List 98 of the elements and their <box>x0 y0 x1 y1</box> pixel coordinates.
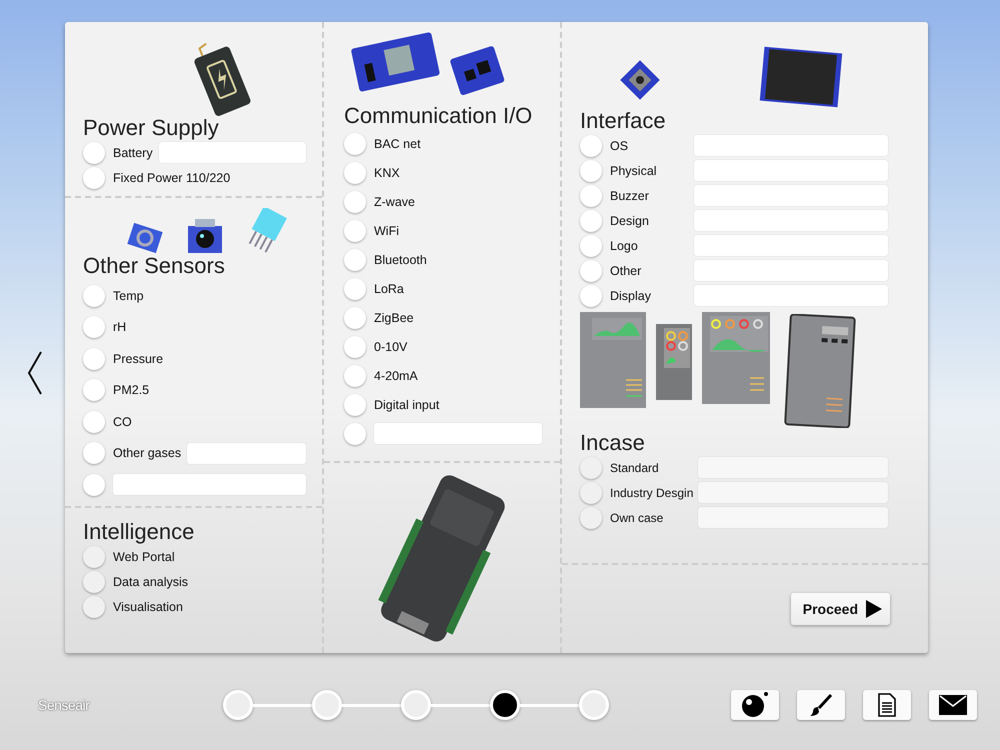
option-label: LoRa <box>374 282 404 296</box>
option-label: Physical <box>610 164 658 178</box>
text-field[interactable] <box>374 423 542 444</box>
option-label: Pressure <box>113 352 164 366</box>
option-label: Standard <box>610 460 660 474</box>
radio-button[interactable] <box>83 142 105 164</box>
option-label: rH <box>113 320 126 334</box>
option-label: Other gases <box>113 446 182 460</box>
text-field[interactable] <box>694 235 888 256</box>
text-field[interactable] <box>694 185 888 206</box>
radio-button[interactable] <box>580 260 602 282</box>
radio-button[interactable] <box>344 220 366 242</box>
logo: Senseair <box>38 697 91 713</box>
radio-button[interactable] <box>344 394 366 416</box>
option-label: Buzzer <box>610 188 650 202</box>
option-label: Bluetooth <box>374 252 427 266</box>
radio-button[interactable] <box>83 166 105 188</box>
radio-button[interactable] <box>580 506 602 528</box>
envelope-icon <box>938 694 968 716</box>
option-label: OS <box>610 138 630 152</box>
radio-button[interactable] <box>580 160 602 182</box>
option-label: Digital input <box>374 398 440 412</box>
radio-button[interactable] <box>344 132 366 154</box>
section-heading: Interface <box>580 109 667 133</box>
option-label: Visualisation <box>113 600 183 614</box>
option-label: 0-10V <box>374 340 408 354</box>
text-field[interactable] <box>698 507 888 528</box>
section-heading: Incase <box>580 431 646 455</box>
section-heading: Communication I/O <box>344 104 534 128</box>
option-label: 4-20mA <box>374 368 418 382</box>
brush-button[interactable] <box>797 690 845 720</box>
option-label: Other <box>610 264 642 278</box>
text-field[interactable] <box>698 457 888 478</box>
camera-icon <box>740 690 770 720</box>
radio-button[interactable] <box>83 316 105 338</box>
radio-button[interactable] <box>344 162 366 184</box>
option-label: Design <box>610 214 650 228</box>
radio-button[interactable] <box>344 190 366 212</box>
text-field[interactable] <box>694 285 888 306</box>
option-label: KNX <box>374 166 400 180</box>
camera-button[interactable] <box>731 690 779 720</box>
radio-button[interactable] <box>83 546 105 568</box>
radio-button[interactable] <box>83 410 105 433</box>
document-icon <box>877 693 897 717</box>
text-field[interactable] <box>694 135 888 156</box>
text-field[interactable] <box>694 160 888 181</box>
radio-button[interactable] <box>83 379 105 402</box>
radio-button[interactable] <box>580 210 602 232</box>
radio-button[interactable] <box>83 596 105 618</box>
radio-button[interactable] <box>344 422 366 444</box>
option-label: WiFi <box>374 224 399 238</box>
radio-button[interactable] <box>83 570 105 592</box>
text-field[interactable] <box>187 442 306 464</box>
step-indicator[interactable] <box>490 690 520 720</box>
radio-button[interactable] <box>580 284 602 306</box>
radio-button[interactable] <box>83 348 105 370</box>
sensor-module-drawing <box>187 218 223 254</box>
brush-icon <box>809 693 833 717</box>
radio-button[interactable] <box>344 248 366 270</box>
text-field[interactable] <box>698 482 888 503</box>
option-label: BAC net <box>374 136 421 150</box>
radio-button[interactable] <box>83 442 105 464</box>
back-chevron-icon[interactable] <box>27 350 43 396</box>
radio-button[interactable] <box>83 284 105 307</box>
radio-button[interactable] <box>580 482 602 504</box>
mail-button[interactable] <box>929 690 977 720</box>
option-label: Battery <box>113 146 153 160</box>
radio-button[interactable] <box>344 278 366 300</box>
option-label: Temp <box>113 288 144 303</box>
radio-button[interactable] <box>580 134 602 156</box>
option-label: Data analysis <box>113 574 188 588</box>
text-field[interactable] <box>694 210 888 231</box>
proceed-button[interactable]: Proceed <box>790 593 890 625</box>
radio-button[interactable] <box>580 234 602 256</box>
option-label: Z-wave <box>374 194 415 208</box>
radio-button[interactable] <box>344 306 366 328</box>
option-label: ZigBee <box>374 310 414 324</box>
radio-button[interactable] <box>83 474 105 496</box>
radio-button[interactable] <box>580 456 602 478</box>
option-label: Logo <box>610 238 639 252</box>
radio-button[interactable] <box>580 184 602 206</box>
text-field[interactable] <box>113 474 306 496</box>
section-heading: Intelligence <box>83 520 196 544</box>
option-label: Web Portal <box>113 550 175 564</box>
option-label: Fixed Power 110/220 <box>113 170 230 184</box>
section-heading: Other Sensors <box>83 254 226 278</box>
text-field[interactable] <box>158 142 306 163</box>
option-label: Own case <box>610 510 664 524</box>
radio-button[interactable] <box>344 364 366 386</box>
option-label: Display <box>610 288 652 302</box>
play-icon <box>866 600 882 618</box>
document-button[interactable] <box>863 690 911 720</box>
section-heading: Power Supply <box>83 116 220 140</box>
text-field[interactable] <box>694 260 888 281</box>
radio-button[interactable] <box>344 336 366 358</box>
option-label: PM2.5 <box>113 383 150 398</box>
option-label: CO <box>113 414 132 429</box>
option-label: Industry Desgin <box>610 486 694 500</box>
